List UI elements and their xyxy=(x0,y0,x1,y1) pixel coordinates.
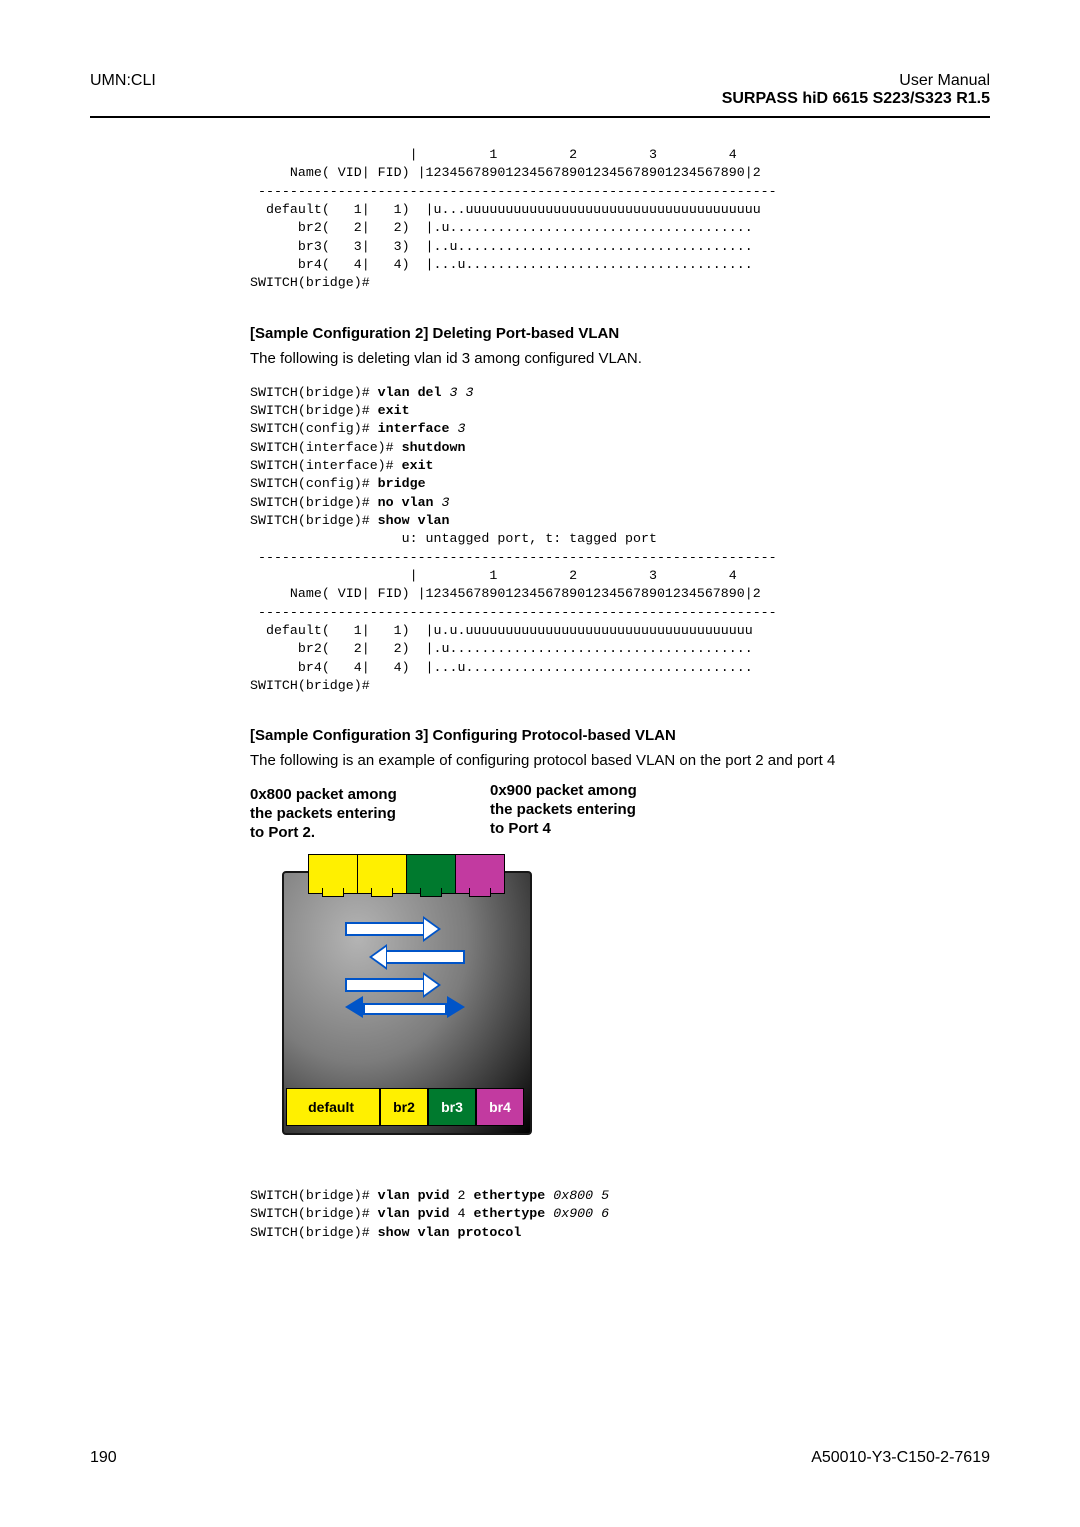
port-1-icon xyxy=(308,854,358,894)
code-block-delete-vlan: SWITCH(bridge)# vlan del 3 3 SWITCH(brid… xyxy=(250,384,990,696)
port-3-icon xyxy=(406,854,456,894)
header-right: User Manual SURPASS hiD 6615 S223/S323 R… xyxy=(722,72,990,108)
section-3-body: The following is an example of configuri… xyxy=(250,750,990,772)
switch-arrows-icon xyxy=(345,916,465,1011)
protocol-vlan-diagram: 0x800 packet amongthe packets enteringto… xyxy=(250,786,560,1171)
diagram-caption-right: 0x900 packet amongthe packets enteringto… xyxy=(490,782,670,838)
diagram-caption-left: 0x800 packet amongthe packets enteringto… xyxy=(250,786,430,842)
vlan-bar: br2 br3 br4 xyxy=(286,1088,524,1126)
header-divider xyxy=(90,116,990,118)
vlan-br4-label: br4 xyxy=(476,1088,524,1126)
port-4-icon xyxy=(455,854,505,894)
page-header: UMN:CLI User Manual SURPASS hiD 6615 S22… xyxy=(90,72,990,112)
header-left: UMN:CLI xyxy=(90,72,156,108)
vlan-default-label xyxy=(286,1088,380,1126)
section-2-heading: [Sample Configuration 2] Deleting Port-b… xyxy=(250,325,990,342)
code-block-vlan-output-1: | 1 2 3 4 Name( VID| FID) |1234567890123… xyxy=(250,146,990,293)
port-2-icon xyxy=(357,854,407,894)
page: UMN:CLI User Manual SURPASS hiD 6615 S22… xyxy=(0,0,1080,1527)
section-2-body: The following is deleting vlan id 3 amon… xyxy=(250,348,990,370)
header-subtitle: SURPASS hiD 6615 S223/S323 R1.5 xyxy=(722,90,990,108)
code-block-protocol-vlan: SWITCH(bridge)# vlan pvid 2 ethertype 0x… xyxy=(250,1187,990,1242)
vlan-br2-label: br2 xyxy=(380,1088,428,1126)
section-3-heading: [Sample Configuration 3] Configuring Pro… xyxy=(250,727,990,744)
doc-id: A50010-Y3-C150-2-7619 xyxy=(811,1449,990,1467)
header-title: User Manual xyxy=(722,72,990,90)
vlan-br3-label: br3 xyxy=(428,1088,476,1126)
main-content: | 1 2 3 4 Name( VID| FID) |1234567890123… xyxy=(250,146,990,1242)
page-number: 190 xyxy=(90,1449,117,1467)
page-footer: 190 A50010-Y3-C150-2-7619 xyxy=(90,1449,990,1467)
